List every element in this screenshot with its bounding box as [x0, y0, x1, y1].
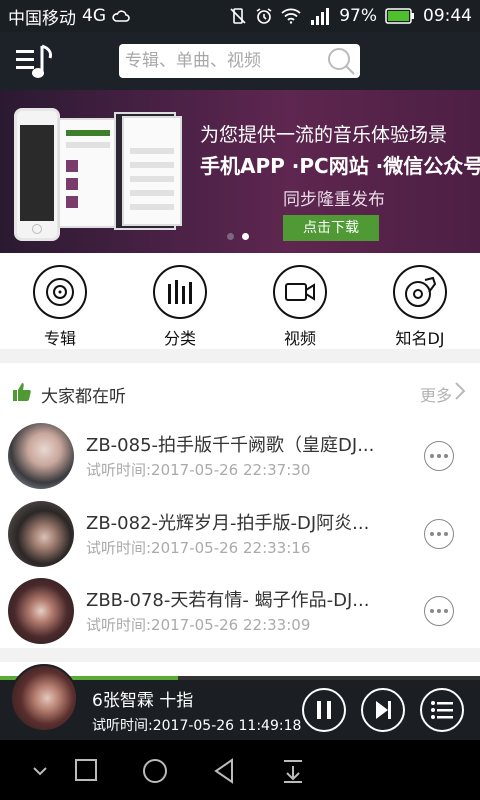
pager-dot[interactable]	[227, 233, 234, 240]
search-box[interactable]	[119, 44, 360, 78]
more-options-icon[interactable]	[424, 519, 454, 549]
track-title: ZB-082-光辉岁月-拍手版-DJ阿炎...	[86, 513, 370, 534]
avatar	[8, 423, 74, 489]
battery-icon	[385, 8, 414, 24]
quick-nav-label: 分类	[163, 329, 196, 348]
carrier-label: 中国移动	[8, 8, 76, 29]
album-icon	[46, 278, 74, 306]
dj-icon	[405, 276, 437, 307]
alarm-icon	[256, 8, 272, 24]
back-icon[interactable]	[212, 758, 236, 784]
status-bar: 中国移动 4G 97% 09:44	[0, 0, 480, 32]
thumbs-up-icon	[13, 383, 31, 401]
search-icon[interactable]	[326, 46, 356, 76]
banner-line-3: 同步隆重发布	[283, 190, 385, 210]
quick-nav: 专辑 分类 视频 知名DJ	[0, 253, 480, 349]
app-screenshot-right	[122, 116, 182, 226]
divider	[0, 349, 480, 363]
menu-music-icon[interactable]	[14, 42, 64, 82]
chevron-down-icon[interactable]	[32, 766, 48, 776]
avatar	[8, 578, 74, 644]
vibrate-off-icon	[230, 8, 246, 24]
wifi-icon	[281, 8, 301, 24]
quick-nav-label: 知名DJ	[395, 329, 445, 348]
track-title: ZBB-078-天若有情- 蝎子作品-DJ...	[86, 590, 370, 611]
download-button[interactable]: 点击下载	[283, 215, 379, 241]
phone-illustration	[14, 108, 60, 241]
notification-pull-icon[interactable]	[282, 758, 304, 784]
banner-line-2: 手机APP ·PC网站 ·微信公众号	[200, 154, 480, 178]
playlist-icon	[431, 701, 453, 719]
track-title: ZB-085-拍手版千千阙歌（皇庭DJ...	[86, 435, 375, 456]
chevron-right-icon[interactable]	[454, 381, 466, 401]
list-item[interactable]: ZBB-078-天若有情- 蝎子作品-DJ... 试听时间:2017-05-26…	[0, 578, 480, 656]
clock: 09:44	[423, 6, 472, 26]
app-screenshot-left	[58, 118, 118, 228]
recent-apps-icon[interactable]	[74, 758, 98, 782]
track-time: 试听时间:2017-05-26 22:37:30	[86, 461, 311, 479]
quick-nav-album[interactable]: 专辑	[20, 265, 100, 349]
system-nav-bar	[0, 740, 480, 800]
section-header: 大家都在听 更多	[0, 363, 480, 411]
section-title: 大家都在听	[41, 387, 126, 407]
pager-dot-active[interactable]	[242, 233, 249, 240]
more-link[interactable]: 更多	[420, 382, 452, 406]
promo-banner[interactable]: 为您提供一流的音乐体验场景 手机APP ·PC网站 ·微信公众号 同步隆重发布 …	[0, 90, 480, 253]
now-playing-avatar[interactable]	[10, 664, 78, 732]
network-label: 4G	[82, 6, 106, 26]
signal-icon	[311, 8, 330, 25]
category-icon	[168, 280, 192, 304]
more-options-icon[interactable]	[424, 441, 454, 471]
search-input[interactable]	[125, 51, 315, 71]
now-playing-title: 6张智霖 十指	[92, 691, 194, 711]
avatar	[8, 501, 74, 567]
next-icon	[376, 701, 391, 719]
divider	[0, 648, 480, 662]
app-header	[0, 32, 480, 90]
quick-nav-category[interactable]: 分类	[140, 265, 220, 349]
video-icon	[285, 283, 315, 301]
more-options-icon[interactable]	[424, 596, 454, 626]
banner-pager	[227, 233, 249, 240]
pause-button[interactable]	[302, 688, 346, 732]
now-playing-time: 试听时间:2017-05-26 11:49:18	[92, 718, 302, 734]
track-time: 试听时间:2017-05-26 22:33:09	[86, 616, 311, 634]
quick-nav-label: 专辑	[43, 329, 76, 348]
track-time: 试听时间:2017-05-26 22:33:16	[86, 539, 311, 557]
list-item[interactable]: ZB-085-拍手版千千阙歌（皇庭DJ... 试听时间:2017-05-26 2…	[0, 423, 480, 501]
quick-nav-label: 视频	[283, 329, 316, 348]
next-button[interactable]	[361, 688, 405, 732]
banner-line-1: 为您提供一流的音乐体验场景	[200, 124, 448, 146]
pause-icon	[317, 701, 331, 719]
cloud-icon	[112, 10, 130, 22]
playlist-button[interactable]	[420, 688, 464, 732]
quick-nav-dj[interactable]: 知名DJ	[380, 265, 460, 349]
list-item[interactable]: ZB-082-光辉岁月-拍手版-DJ阿炎... 试听时间:2017-05-26 …	[0, 501, 480, 579]
home-icon[interactable]	[142, 758, 168, 784]
quick-nav-video[interactable]: 视频	[260, 265, 340, 349]
battery-percent: 97%	[339, 6, 377, 26]
